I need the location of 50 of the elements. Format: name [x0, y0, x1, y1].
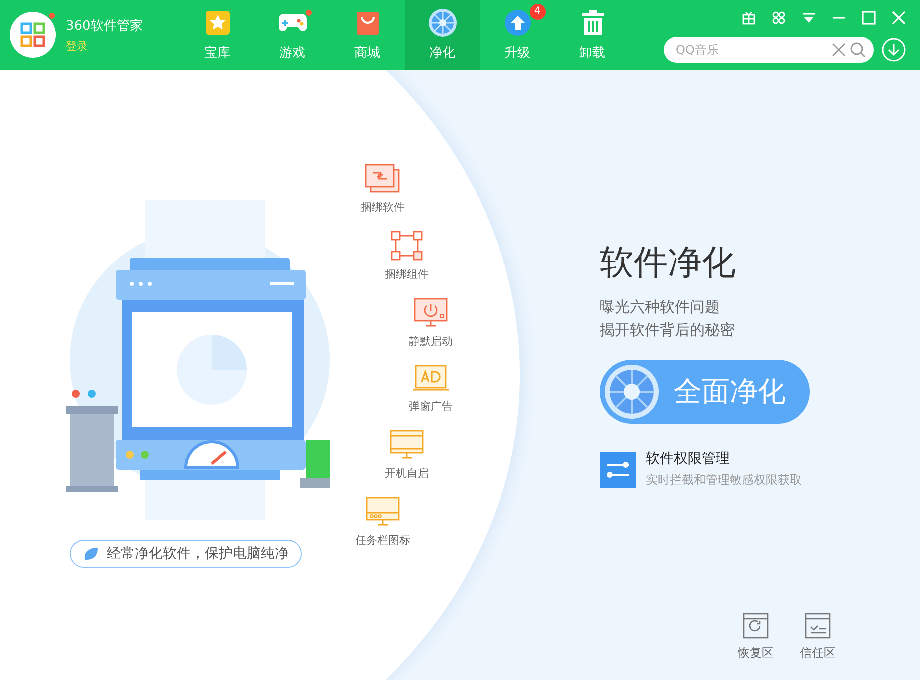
nav-tab[interactable]: 卸载 [555, 0, 630, 70]
feature-label: 静默启动 [409, 334, 453, 349]
description-line: 揭开软件背后的秘密 [600, 320, 736, 341]
nav-tab[interactable]: 净化 [405, 0, 480, 70]
trash-icon [580, 10, 604, 36]
nav-tab[interactable]: 4 升级 [480, 0, 555, 70]
permission-link[interactable]: 软件权限管理 [646, 450, 802, 468]
feature-label: 开机自启 [385, 466, 429, 481]
clear-icon[interactable] [832, 43, 846, 57]
description-line: 曝光六种软件问题 [600, 297, 721, 318]
tagline-text: 经常净化软件，保护电脑纯净 [107, 545, 289, 563]
ad-monitor-icon [412, 365, 450, 393]
feature-label: 任务栏图标 [356, 533, 410, 548]
monitor-power-icon [414, 298, 448, 328]
connected-nodes-icon [391, 231, 423, 261]
fan-icon [428, 8, 458, 38]
nav-tab[interactable]: 游戏 [255, 0, 330, 70]
dropdown-menu-icon[interactable] [802, 11, 816, 25]
close-icon[interactable] [892, 11, 906, 25]
search-bar[interactable]: QQ音乐 [664, 37, 874, 63]
monitor-icon [390, 430, 424, 460]
app-logo-icon [10, 12, 56, 58]
notification-dot [306, 10, 312, 16]
sliders-icon[interactable] [600, 452, 636, 488]
feature-label: 弹窗广告 [409, 399, 453, 414]
feature-label: 捆绑软件 [361, 200, 405, 215]
fan-icon [604, 364, 660, 420]
restore-icon [743, 613, 769, 639]
nav-tab[interactable]: 宝库 [180, 0, 255, 70]
checklist-icon [805, 613, 831, 639]
permission-subtitle: 实时拦截和管理敏感权限获取 [646, 472, 802, 489]
gift-icon[interactable] [742, 11, 756, 25]
shopping-bag-icon [356, 10, 380, 36]
taskbar-monitor-icon [366, 497, 400, 527]
login-link[interactable]: 登录 [66, 38, 143, 54]
maximize-icon[interactable] [862, 11, 876, 25]
app-name: 360软件管家 [66, 18, 143, 34]
section-title: 软件净化 [600, 242, 737, 285]
leaf-icon [83, 547, 99, 561]
zone-button[interactable]: 恢复区 [738, 613, 774, 662]
count-badge: 4 [530, 4, 546, 20]
nav-tab[interactable]: 商城 [330, 0, 405, 70]
full-clean-button[interactable]: 全面净化 [600, 360, 810, 424]
linked-windows-icon [365, 164, 401, 194]
zone-button[interactable]: 信任区 [800, 613, 836, 662]
download-icon[interactable] [882, 38, 906, 62]
feature-label: 捆绑组件 [385, 267, 429, 282]
skin-icon[interactable] [772, 11, 786, 25]
search-field[interactable]: QQ音乐 [674, 42, 828, 58]
search-icon[interactable] [850, 42, 866, 58]
